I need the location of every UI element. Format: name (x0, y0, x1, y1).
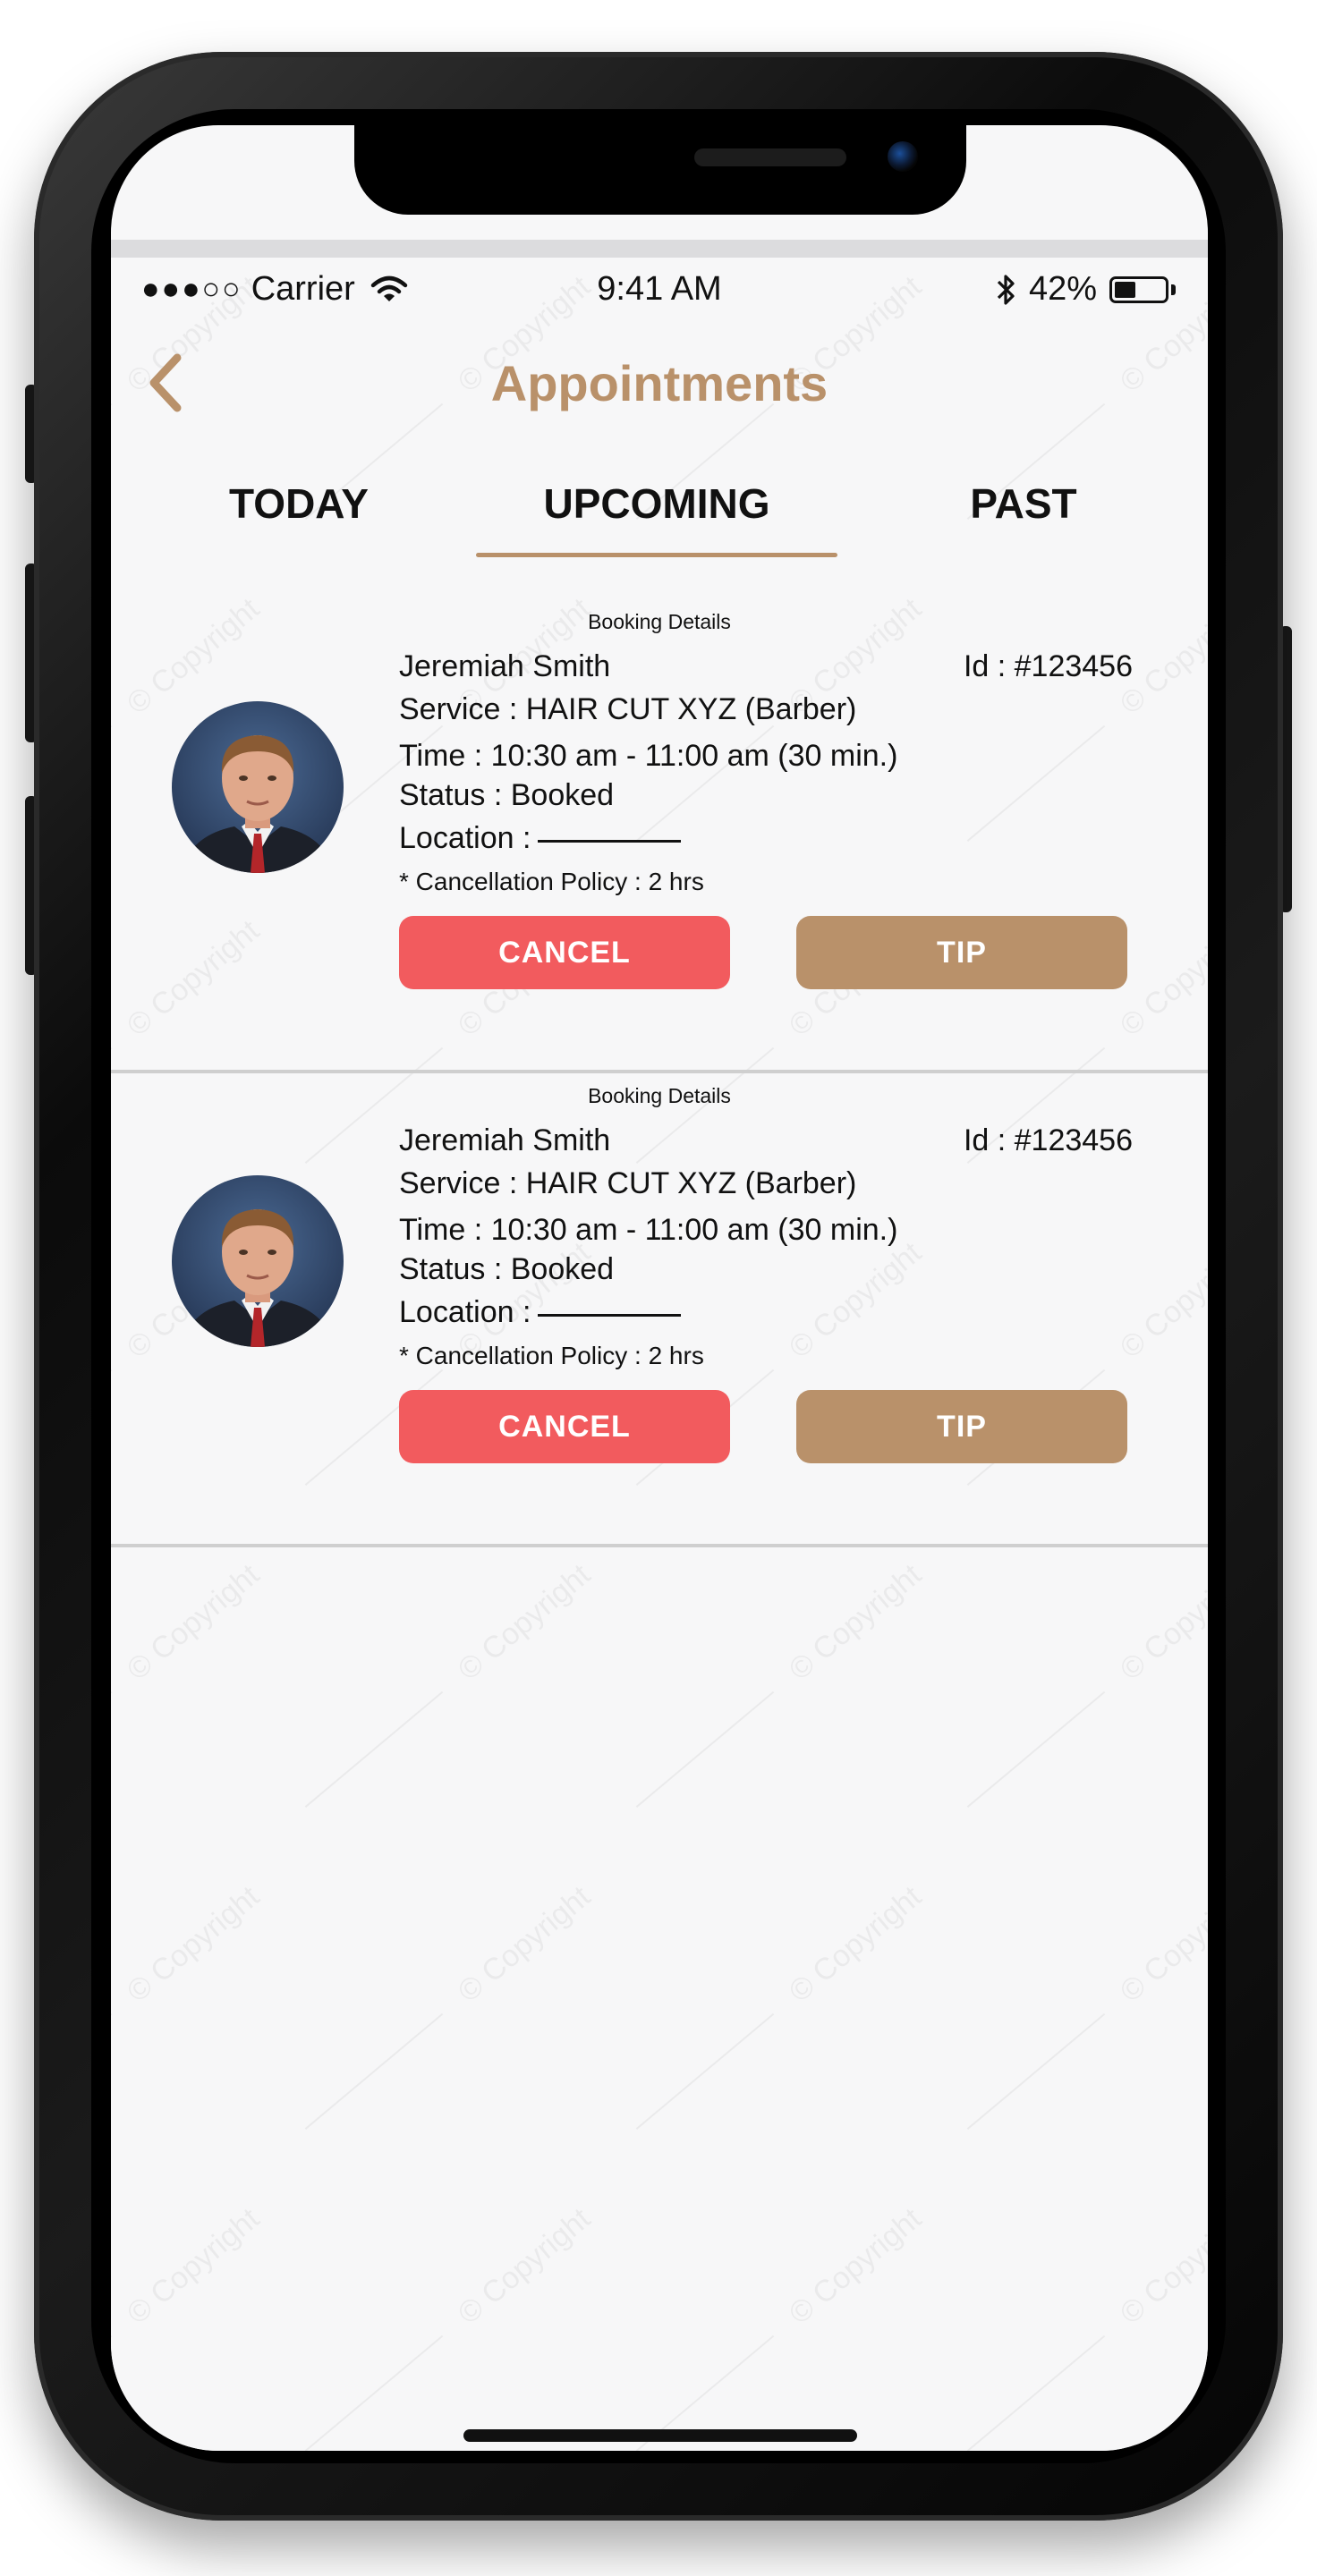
top-band (111, 240, 1208, 258)
location-row: Location : (399, 821, 682, 856)
tip-button[interactable]: TIP (796, 916, 1127, 989)
cancellation-policy: * Cancellation Policy : 2 hrs (399, 1342, 704, 1369)
service-text: Service : HAIR CUT XYZ (Barber) (399, 692, 857, 726)
front-camera (888, 141, 918, 172)
location-row: Location : (399, 1295, 682, 1330)
location-blank (538, 840, 682, 843)
notch (354, 125, 966, 215)
card-heading: Booking Details (588, 610, 731, 633)
battery-percent: 42% (1028, 270, 1097, 308)
selected-tab-indicator (476, 553, 837, 557)
time-text: Time : 10:30 am - 11:00 am (30 min.) (399, 1213, 898, 1247)
cancel-button[interactable]: CANCEL (399, 1390, 730, 1463)
tab-past[interactable]: PAST (916, 463, 1131, 544)
home-indicator[interactable] (463, 2429, 857, 2442)
client-name: Jeremiah Smith (399, 1123, 611, 1157)
page-title: Appointments (490, 355, 828, 411)
cancellation-policy: * Cancellation Policy : 2 hrs (399, 868, 704, 895)
speaker-grille (694, 148, 846, 166)
avatar (172, 1175, 344, 1347)
booking-id: Id : #123456 (963, 1123, 1133, 1157)
battery-fill (1115, 281, 1135, 298)
appointment-tabs: TODAY UPCOMING PAST (111, 463, 1208, 553)
battery-cap (1171, 284, 1176, 295)
status-right: 42% (995, 270, 1176, 309)
status-bar: ●●●○○ Carrier 9:41 AM 42% (111, 259, 1208, 322)
status-text: Status : Booked (399, 1252, 615, 1286)
time-text: Time : 10:30 am - 11:00 am (30 min.) (399, 739, 898, 773)
appointment-card: Booking Details Jeremiah Smith Id: #123… (111, 599, 1208, 1073)
location-label: Location : (399, 1295, 531, 1329)
status-text: Status : Booked (399, 778, 615, 812)
location-label: Location : (399, 821, 531, 855)
person-portrait-icon (172, 701, 344, 873)
person-portrait-icon (172, 1175, 344, 1347)
battery-icon (1109, 275, 1168, 303)
tab-upcoming[interactable]: UPCOMING (476, 463, 837, 544)
booking-id: Id : #123456 (963, 649, 1133, 683)
client-name: Jeremiah Smith (399, 649, 611, 683)
card-heading: Booking Details (588, 1084, 731, 1107)
avatar (172, 701, 344, 873)
device-mockup: © Copyright© Copyright© Copyright© Copyr… (0, 0, 1317, 2576)
tip-button[interactable]: TIP (796, 1390, 1127, 1463)
cancel-button[interactable]: CANCEL (399, 916, 730, 989)
appointment-card: Booking Details Jeremiah Smith Id: #123… (111, 1073, 1208, 1547)
phone-screen: © Copyright© Copyright© Copyright© Copyr… (111, 125, 1208, 2451)
location-blank (538, 1314, 682, 1317)
bluetooth-icon (997, 274, 1015, 305)
tab-today[interactable]: TODAY (191, 463, 406, 544)
service-text: Service : HAIR CUT XYZ (Barber) (399, 1166, 857, 1200)
